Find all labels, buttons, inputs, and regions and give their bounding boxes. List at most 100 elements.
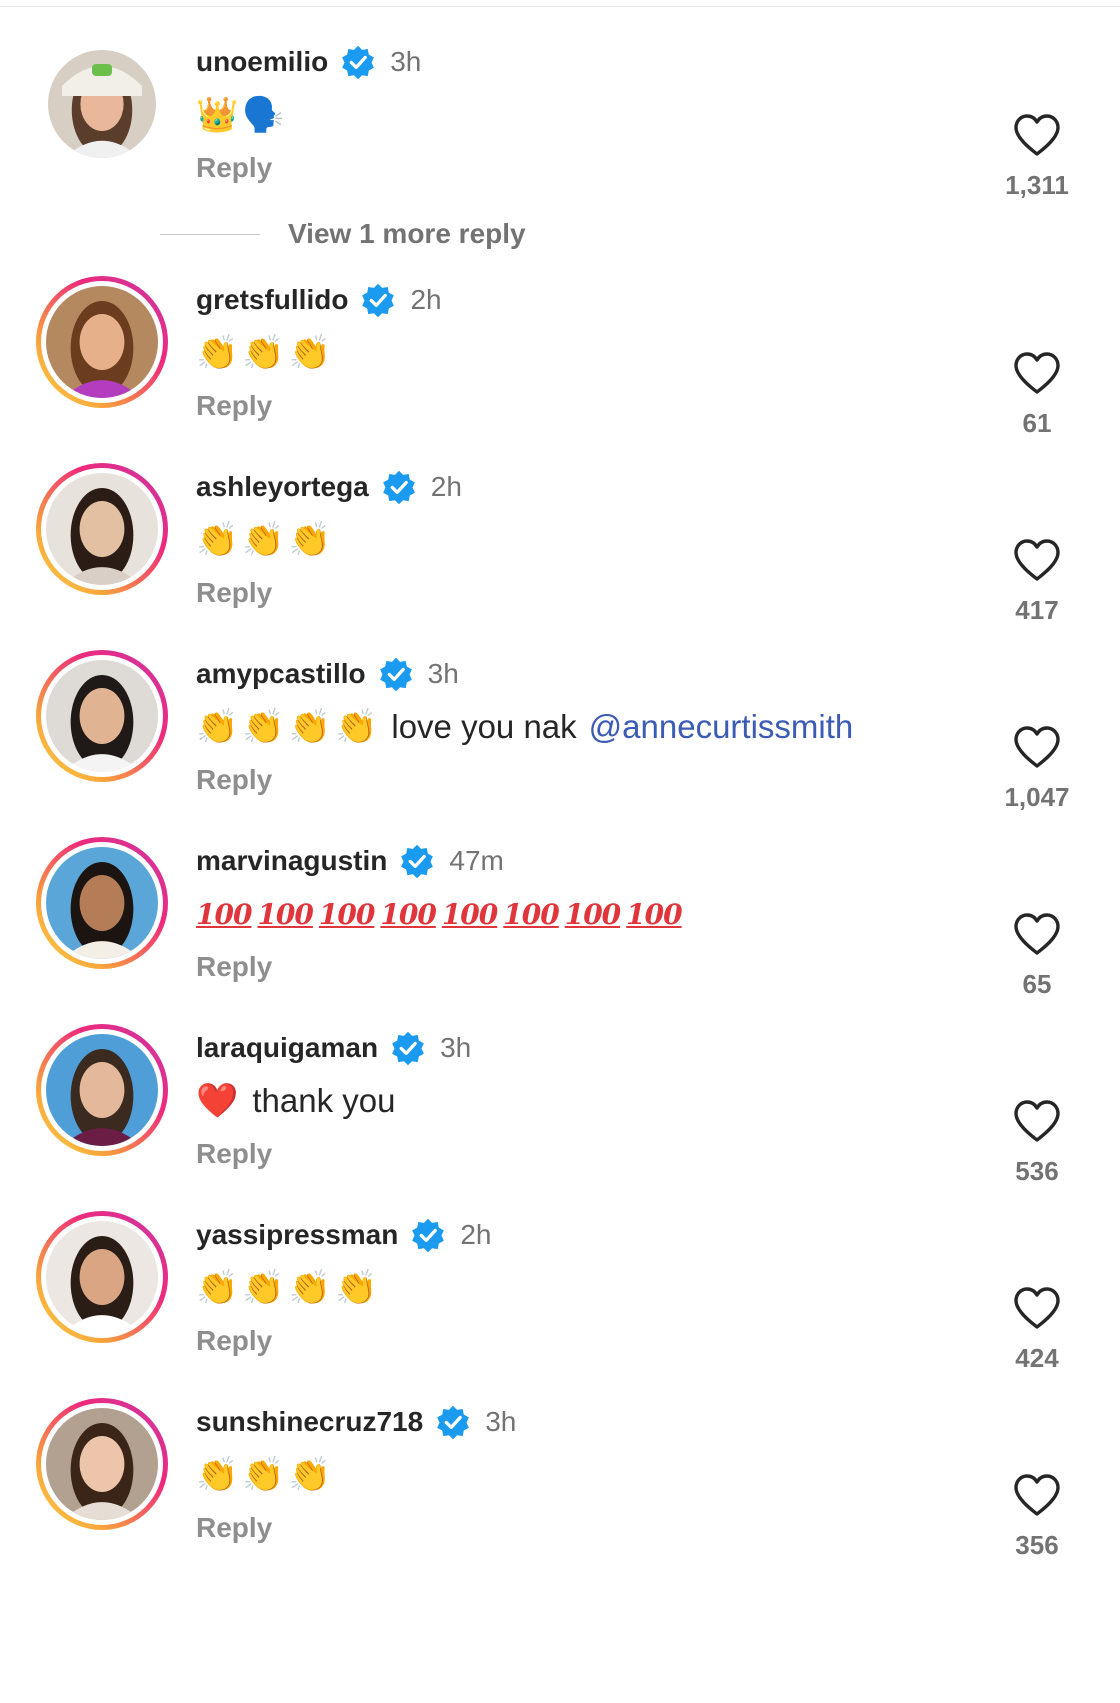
avatar[interactable] xyxy=(48,50,156,158)
verified-badge-icon xyxy=(435,1404,471,1440)
reply-button[interactable]: Reply xyxy=(196,764,272,796)
comment-text: 👏 👏 👏 xyxy=(196,1452,335,1498)
emoji: 👏 xyxy=(288,1269,332,1307)
like-count: 356 xyxy=(1015,1530,1059,1560)
reply-button[interactable]: Reply xyxy=(196,1138,272,1170)
username-link[interactable]: ashleyortega xyxy=(196,471,369,503)
view-more-replies-label[interactable]: View 1 more reply xyxy=(288,218,526,250)
hundred-points-emoji: 100 xyxy=(503,897,559,931)
reply-button[interactable]: Reply xyxy=(196,951,272,983)
comment-header: ashleyortega 2h xyxy=(196,467,462,507)
username-link[interactable]: laraquigaman xyxy=(196,1032,378,1064)
comment-timestamp: 2h xyxy=(410,284,442,315)
hundred-points-emoji: 100 xyxy=(257,897,313,931)
comment-item: unoemilio 3h 👑 🗣️ Reply 1,311 xyxy=(0,30,1120,200)
username-link[interactable]: sunshinecruz718 xyxy=(196,1406,423,1438)
story-ring[interactable] xyxy=(36,276,168,408)
comment-header: sunshinecruz718 3h xyxy=(196,1402,516,1442)
heart-outline-icon[interactable] xyxy=(1012,350,1062,396)
verified-badge-icon xyxy=(381,469,417,505)
comment-text: 👏 👏 👏 👏 xyxy=(196,1265,381,1311)
avatar[interactable] xyxy=(46,847,158,959)
comment-text: 👏 👏 👏 xyxy=(196,517,335,563)
like-count: 1,311 xyxy=(1005,170,1069,200)
comment-timestamp: 3h xyxy=(390,46,422,77)
avatar[interactable] xyxy=(46,660,158,772)
comment-item: gretsfullido 2h 👏 👏 👏 Reply 61 xyxy=(0,268,1120,438)
verified-badge-icon xyxy=(410,1217,446,1253)
comment-header: marvinagustin 47m xyxy=(196,841,504,881)
emoji: 👑 xyxy=(196,96,239,134)
hundred-points-emoji: 100 xyxy=(441,897,498,931)
emoji: 👏 xyxy=(196,1269,239,1307)
reply-button[interactable]: Reply xyxy=(196,577,272,609)
heart-outline-icon[interactable] xyxy=(1012,724,1062,770)
like-count: 1,047 xyxy=(1004,782,1070,812)
like-count: 65 xyxy=(1022,969,1052,999)
comment-item: amypcastillo 3h 👏 👏 👏 👏 love you nak @annecurt… xyxy=(0,642,1120,812)
verified-badge-icon xyxy=(340,44,376,80)
hundred-points-emoji: 100 xyxy=(564,897,621,931)
verified-badge-icon xyxy=(390,1030,426,1066)
comment-item: ashleyortega 2h 👏 👏 👏 Reply 417 xyxy=(0,455,1120,625)
emoji: 👏 xyxy=(196,708,239,746)
story-ring[interactable] xyxy=(36,463,168,595)
avatar[interactable] xyxy=(46,473,158,585)
story-ring[interactable] xyxy=(36,1211,168,1343)
story-ring[interactable] xyxy=(36,650,168,782)
emoji: 👏 xyxy=(242,708,285,746)
heart-outline-icon[interactable] xyxy=(1012,911,1062,957)
username-link[interactable]: marvinagustin xyxy=(196,845,387,877)
emoji: 👏 xyxy=(242,1456,285,1494)
emoji: 👏 xyxy=(288,334,332,372)
mention-link[interactable]: @annecurtissmith xyxy=(589,708,854,746)
username-link[interactable]: gretsfullido xyxy=(196,284,348,316)
emoji: 👏 xyxy=(288,1456,332,1494)
comment-header: laraquigaman 3h xyxy=(196,1028,471,1068)
like-count: 536 xyxy=(1015,1156,1059,1186)
comment-body-text: love you nak xyxy=(391,708,577,745)
comment-text: 👏 👏 👏 👏 love you nak @annecurtissmith xyxy=(196,704,853,750)
reply-button[interactable]: Reply xyxy=(196,1325,272,1357)
username-link[interactable]: yassipressman xyxy=(196,1219,398,1251)
heart-outline-icon[interactable] xyxy=(1012,1472,1062,1518)
username-link[interactable]: unoemilio xyxy=(196,46,328,78)
emoji: ❤️ xyxy=(196,1082,239,1120)
comment-timestamp: 3h xyxy=(427,658,459,689)
avatar[interactable] xyxy=(46,1034,158,1146)
comment-item: marvinagustin 47m 100 100 100 100 100 100 100 10… xyxy=(0,829,1120,999)
comment-text: 👑 🗣️ xyxy=(196,92,289,138)
emoji: 👏 xyxy=(196,521,239,559)
reply-button[interactable]: Reply xyxy=(196,1512,272,1544)
comment-header: amypcastillo 3h xyxy=(196,654,459,694)
story-ring[interactable] xyxy=(36,1398,168,1530)
comment-timestamp: 2h xyxy=(430,471,462,502)
avatar[interactable] xyxy=(46,1221,158,1333)
like-count: 424 xyxy=(1015,1343,1059,1373)
emoji: 👏 xyxy=(196,334,239,372)
emoji: 👏 xyxy=(196,1456,239,1494)
comment-text: 👏 👏 👏 xyxy=(196,330,335,376)
hundred-points-emoji: 100 xyxy=(626,897,682,931)
username-link[interactable]: amypcastillo xyxy=(196,658,366,690)
verified-badge-icon xyxy=(378,656,414,692)
reply-button[interactable]: Reply xyxy=(196,390,272,422)
heart-outline-icon[interactable] xyxy=(1012,1285,1062,1331)
emoji: 👏 xyxy=(242,521,285,559)
story-ring[interactable] xyxy=(36,1024,168,1156)
heart-outline-icon[interactable] xyxy=(1012,1098,1062,1144)
reply-button[interactable]: Reply xyxy=(196,152,272,184)
heart-outline-icon[interactable] xyxy=(1012,537,1062,583)
emoji: 👏 xyxy=(335,1269,378,1307)
comment-header: unoemilio 3h xyxy=(196,42,421,82)
emoji: 👏 xyxy=(242,1269,285,1307)
heart-outline-icon[interactable] xyxy=(1012,112,1062,158)
hundred-points-emoji: 100 xyxy=(318,897,375,931)
verified-badge-icon xyxy=(399,843,435,879)
avatar[interactable] xyxy=(46,286,158,398)
story-ring[interactable] xyxy=(36,837,168,969)
avatar[interactable] xyxy=(46,1408,158,1520)
comment-header: gretsfullido 2h xyxy=(196,280,442,320)
view-more-replies[interactable]: View 1 more reply xyxy=(160,214,526,254)
thread-line xyxy=(160,233,260,235)
